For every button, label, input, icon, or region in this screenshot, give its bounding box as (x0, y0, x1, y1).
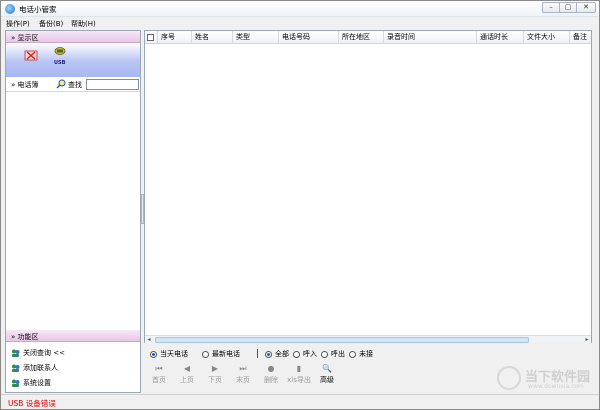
phonebook-bar: » 电话簿 查找 (6, 77, 140, 92)
radio-dot-icon (202, 350, 209, 358)
system-settings-item[interactable]: 系统设置 (11, 378, 51, 389)
records-table: 序号 姓名 类型 电话号码 所在地区 录音时间 通话时长 文件大小 备注 ◂ ▸ (144, 30, 592, 343)
delete-button[interactable]: ● 删除 (258, 362, 284, 388)
window-title: 电话小管家 (19, 5, 57, 14)
function-section-header[interactable]: » 功能区 (6, 330, 140, 342)
column-header[interactable]: 电话号码 (279, 31, 339, 44)
add-contact-item[interactable]: 添加联系人 (11, 363, 58, 374)
close-query-item[interactable]: 关闭查询 << (11, 348, 65, 359)
menu-backup[interactable]: 备份(B) (39, 19, 63, 29)
find-label[interactable]: 查找 (68, 80, 82, 90)
display-area: USB (6, 43, 140, 77)
display-section-label: 显示区 (17, 34, 39, 42)
contacts-icon (12, 349, 20, 357)
phonebook-label: 电话簿 (17, 81, 39, 89)
column-header[interactable]: 备注 (570, 31, 591, 44)
divider (257, 349, 258, 358)
scroll-thumb[interactable] (155, 337, 529, 343)
radio-outgoing[interactable]: 呼出 (321, 349, 345, 359)
radio-missed[interactable]: 未接 (349, 349, 373, 359)
add-contact-icon (12, 364, 20, 372)
delete-icon: ● (267, 364, 275, 373)
column-header[interactable]: 文件大小 (524, 31, 570, 44)
usb-device-icon[interactable] (54, 46, 66, 56)
column-header[interactable]: 姓名 (192, 31, 233, 44)
watermark-url: www.downxia.com (528, 383, 584, 390)
menu-help[interactable]: 帮助(H) (71, 19, 96, 29)
radio-dot-icon (293, 350, 300, 358)
radio-today-label: 当天电话 (160, 350, 188, 358)
radio-missed-label: 未接 (359, 350, 373, 358)
menu-operate[interactable]: 操作(P) (6, 19, 30, 29)
app-window: 电话小管家 – ▢ ✕ 操作(P) 备份(B) 帮助(H) » 显示区 USB … (0, 0, 600, 410)
usb-label: USB (54, 60, 66, 66)
select-all-checkbox[interactable] (145, 31, 158, 44)
scroll-left-icon[interactable]: ◂ (145, 336, 153, 344)
close-button[interactable]: ✕ (576, 2, 596, 13)
watermark-logo-icon (497, 366, 521, 390)
radio-dot-icon (349, 350, 356, 358)
radio-latest[interactable]: 最新电话 (202, 349, 240, 359)
radio-dot-icon (321, 350, 328, 358)
next-page-button[interactable]: ▶ 下页 (202, 362, 228, 388)
find-icon[interactable] (56, 79, 66, 89)
status-bar: USB 设备错误 (1, 394, 599, 409)
horizontal-scrollbar[interactable]: ◂ ▸ (145, 335, 591, 343)
maximize-button[interactable]: ▢ (559, 2, 577, 13)
missed-call-icon[interactable] (24, 49, 38, 61)
last-page-button[interactable]: ⏭ 末页 (230, 362, 256, 388)
radio-incoming-label: 呼入 (303, 350, 317, 358)
status-text: USB 设备错误 (8, 399, 56, 408)
radio-dot-icon (150, 350, 157, 358)
app-logo-icon (5, 4, 15, 14)
function-section-label: 功能区 (17, 333, 39, 341)
radio-all[interactable]: 全部 (265, 349, 289, 359)
prev-page-button[interactable]: ◀ 上页 (174, 362, 200, 388)
next-page-icon: ▶ (211, 364, 219, 373)
column-header[interactable]: 类型 (233, 31, 279, 44)
prev-page-icon: ◀ (183, 364, 191, 373)
column-header[interactable]: 通话时长 (477, 31, 524, 44)
minimize-button[interactable]: – (542, 2, 560, 13)
advanced-button[interactable]: 🔍 高级 (314, 362, 340, 388)
advanced-search-icon: 🔍 (322, 364, 332, 373)
close-query-label: 关闭查询 << (23, 349, 65, 357)
menu-bar: 操作(P) 备份(B) 帮助(H) (1, 17, 599, 29)
radio-incoming[interactable]: 呼入 (293, 349, 317, 359)
radio-dot-icon (265, 350, 272, 358)
add-contact-label: 添加联系人 (23, 364, 58, 372)
radio-all-label: 全部 (275, 350, 289, 358)
search-input[interactable] (86, 79, 139, 90)
export-xls-button[interactable]: ▮ xls导出 (285, 362, 313, 388)
system-settings-label: 系统设置 (23, 379, 51, 387)
radio-latest-label: 最新电话 (212, 350, 240, 358)
radio-outgoing-label: 呼出 (331, 350, 345, 358)
title-bar: 电话小管家 – ▢ ✕ (1, 1, 599, 17)
first-page-button[interactable]: ⏮ 首页 (146, 362, 172, 388)
settings-icon (12, 379, 20, 387)
first-page-icon: ⏮ (155, 364, 163, 373)
column-header[interactable]: 所在地区 (339, 31, 384, 44)
scroll-right-icon[interactable]: ▸ (583, 336, 591, 344)
display-section-header[interactable]: » 显示区 (6, 31, 140, 43)
export-xls-icon: ▮ (296, 364, 302, 373)
table-header: 序号 姓名 类型 电话号码 所在地区 录音时间 通话时长 文件大小 备注 (145, 31, 591, 44)
last-page-icon: ⏭ (239, 364, 247, 373)
column-header[interactable]: 录音时间 (384, 31, 477, 44)
watermark: 当下软件园 www.downxia.com (497, 365, 597, 393)
column-header[interactable]: 序号 (158, 31, 192, 44)
radio-today[interactable]: 当天电话 (150, 349, 188, 359)
left-panel: » 显示区 USB » 电话簿 查找 » 功能区 关闭查询 << 添加联系人 系… (5, 30, 141, 393)
